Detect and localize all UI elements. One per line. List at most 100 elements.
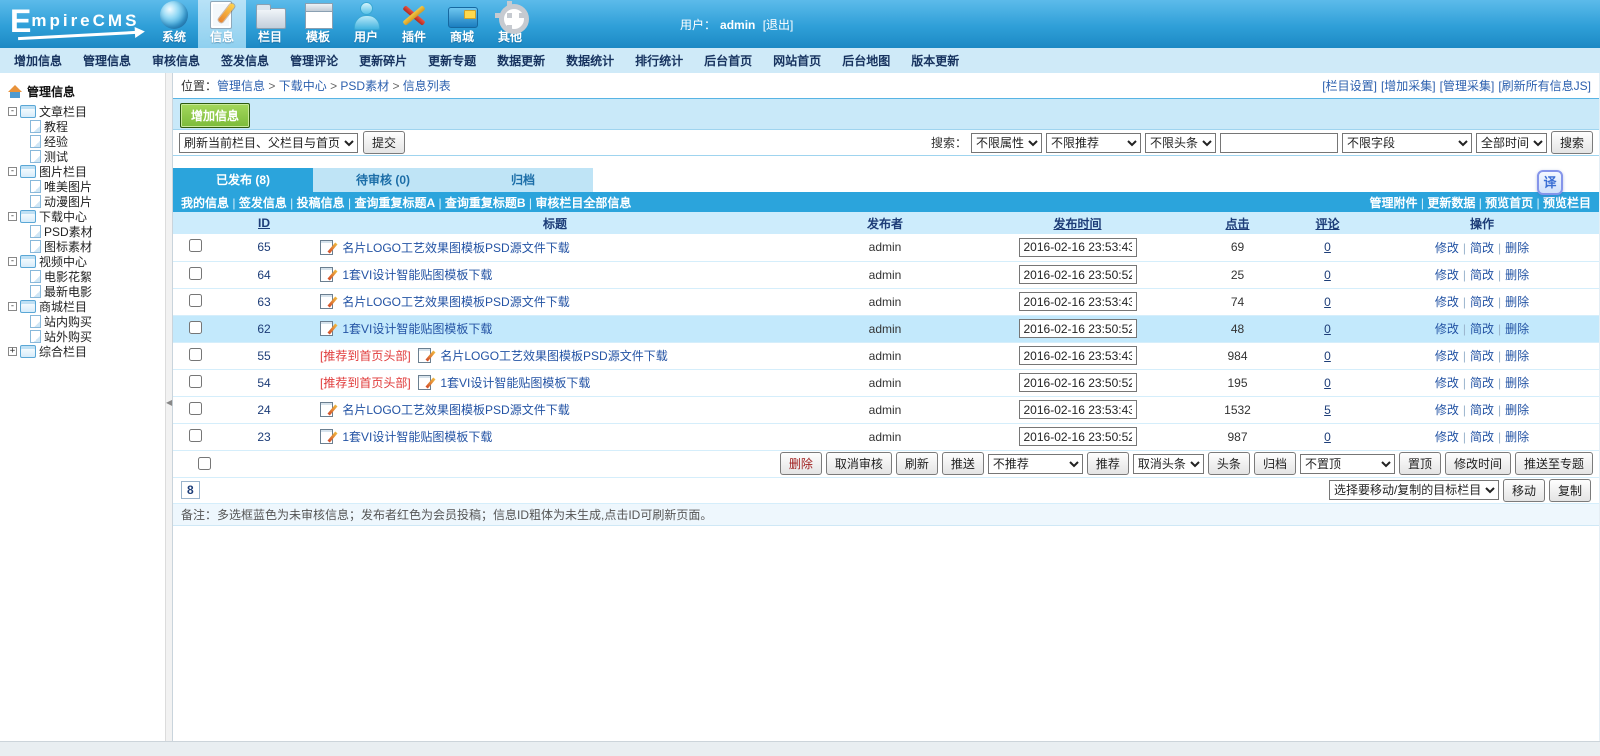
op-delete-link[interactable]: 删除 [1505,430,1529,444]
op-quick-edit-link[interactable]: 简改 [1470,430,1494,444]
publish-time-input[interactable] [1019,319,1137,338]
row-checkbox[interactable] [189,402,202,415]
op-quick-edit-link[interactable]: 简改 [1470,322,1494,336]
menu-link[interactable]: 数据更新 [497,52,545,69]
tree-branch[interactable]: -视频中心 [8,254,165,269]
row-comments-link[interactable]: 0 [1324,322,1331,336]
row-title-link[interactable]: 1套VI设计智能贴图模板下载 [342,322,492,336]
menu-link[interactable]: 签发信息 [221,52,269,69]
tree-leaf[interactable]: PSD素材 [30,224,165,239]
op-quick-edit-link[interactable]: 简改 [1470,295,1494,309]
batch-button[interactable]: 头条 [1208,452,1250,475]
op-quick-edit-link[interactable]: 简改 [1470,376,1494,390]
row-title-link[interactable]: 1套VI设计智能贴图模板下载 [342,430,492,444]
header-comments-sort-link[interactable]: 评论 [1315,217,1339,231]
toolbar-link[interactable]: 查询重复标题B [445,196,535,210]
quick-link[interactable]: [刷新所有信息JS] [1498,79,1591,93]
tree-branch[interactable]: -图片栏目 [8,164,165,179]
refresh-scope-select[interactable]: 刷新当前栏目、父栏目与首页 [179,133,358,153]
batch-select[interactable]: 不置顶 [1300,454,1395,474]
op-delete-link[interactable]: 删除 [1505,295,1529,309]
row-title-link[interactable]: 名片LOGO工艺效果图模板PSD源文件下载 [342,241,569,255]
batch-select[interactable]: 不推荐 [988,454,1083,474]
row-checkbox[interactable] [189,375,202,388]
batch-button[interactable]: 推荐 [1087,452,1129,475]
document-edit-icon[interactable] [320,429,333,444]
status-tab[interactable]: 待审核 (0) [313,168,453,192]
row-id-link[interactable]: 54 [257,376,270,390]
row-checkbox[interactable] [189,239,202,252]
status-tab[interactable]: 已发布 (8) [173,168,313,192]
sidebar-collapse-handle[interactable]: ◀ [165,73,173,756]
breadcrumb-link[interactable]: 管理信息 [217,79,279,93]
publish-time-input[interactable] [1019,427,1137,446]
collapse-toggle-icon[interactable]: - [8,302,17,311]
batch-button[interactable]: 置顶 [1399,452,1441,475]
publish-time-input[interactable] [1019,238,1137,257]
batch-button[interactable]: 修改时间 [1445,452,1511,475]
document-edit-icon[interactable] [418,375,431,390]
toolbar-link[interactable]: 签发信息 [239,196,297,210]
row-title-link[interactable]: 1套VI设计智能贴图模板下载 [342,268,492,282]
op-modify-link[interactable]: 修改 [1435,268,1459,282]
tree-leaf[interactable]: 教程 [30,119,165,134]
translate-float-button[interactable]: 译 [1537,170,1563,195]
topnav-item[interactable]: 其他 [486,0,534,48]
collapse-toggle-icon[interactable]: - [8,257,17,266]
header-clicks-sort-link[interactable]: 点击 [1225,217,1249,231]
menu-link[interactable]: 管理评论 [290,52,338,69]
move-button[interactable]: 移动 [1503,479,1545,502]
document-edit-icon[interactable] [418,348,431,363]
tree-branch[interactable]: -文章栏目 [8,104,165,119]
row-checkbox[interactable] [189,429,202,442]
menu-link[interactable]: 增加信息 [14,52,62,69]
quick-link[interactable]: [栏目设置] [1322,79,1377,93]
row-checkbox[interactable] [189,348,202,361]
batch-button[interactable]: 推送至专题 [1515,452,1593,475]
collapse-toggle-icon[interactable]: - [8,212,17,221]
batch-button[interactable]: 刷新 [896,452,938,475]
quick-link[interactable]: [管理采集] [1440,79,1495,93]
op-modify-link[interactable]: 修改 [1435,322,1459,336]
quick-link[interactable]: [增加采集] [1381,79,1436,93]
row-comments-link[interactable]: 0 [1324,295,1331,309]
breadcrumb-link[interactable]: 下载中心 [279,79,341,93]
menu-link[interactable]: 数据统计 [566,52,614,69]
topnav-item[interactable]: 用户 [342,0,390,48]
search-headline-select[interactable]: 不限头条 [1145,133,1216,153]
op-quick-edit-link[interactable]: 简改 [1470,403,1494,417]
menu-link[interactable]: 管理信息 [83,52,131,69]
tree-leaf[interactable]: 电影花絮 [30,269,165,284]
page-number[interactable]: 8 [181,481,200,499]
expand-toggle-icon[interactable]: + [8,347,17,356]
logout-link[interactable]: [退出] [763,18,794,32]
document-edit-icon[interactable] [320,294,333,309]
op-delete-link[interactable]: 删除 [1505,241,1529,255]
topnav-item[interactable]: 商城 [438,0,486,48]
move-target-select[interactable]: 选择要移动/复制的目标栏目 [1329,480,1499,500]
menu-link[interactable]: 版本更新 [911,52,959,69]
op-delete-link[interactable]: 删除 [1505,376,1529,390]
select-all-checkbox[interactable] [198,457,211,470]
op-delete-link[interactable]: 删除 [1505,349,1529,363]
op-delete-link[interactable]: 删除 [1505,268,1529,282]
row-checkbox[interactable] [189,267,202,280]
search-input[interactable] [1220,133,1338,153]
topnav-item[interactable]: 信息 [198,0,246,48]
row-id-link[interactable]: 65 [257,240,270,254]
submit-button[interactable]: 提交 [363,131,405,154]
publish-time-input[interactable] [1019,346,1137,365]
tree-leaf[interactable]: 经验 [30,134,165,149]
batch-button[interactable]: 归档 [1254,452,1296,475]
row-id-link[interactable]: 64 [257,268,270,282]
op-modify-link[interactable]: 修改 [1435,430,1459,444]
header-time-sort-link[interactable]: 发布时间 [1053,217,1101,231]
op-delete-link[interactable]: 删除 [1505,322,1529,336]
menu-link[interactable]: 更新碎片 [359,52,407,69]
row-id-link[interactable]: 55 [257,349,270,363]
menu-link[interactable]: 后台地图 [842,52,890,69]
tree-leaf[interactable]: 站内购买 [30,314,165,329]
breadcrumb-link[interactable]: 信息列表 [403,79,451,93]
row-comments-link[interactable]: 0 [1324,430,1331,444]
collapse-toggle-icon[interactable]: - [8,167,17,176]
